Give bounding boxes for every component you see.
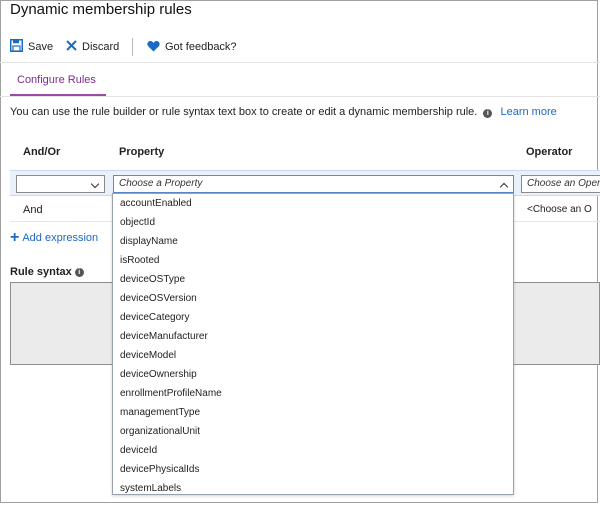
property-dropdown-list: accountEnabled objectId displayName isRo… [112, 193, 514, 495]
operator-select[interactable]: Choose an Oper [521, 175, 600, 193]
heart-icon [147, 40, 160, 55]
feedback-label: Got feedback? [165, 41, 237, 53]
property-option-deviceOSVersion[interactable]: deviceOSVersion [120, 293, 197, 304]
property-option-deviceOSType[interactable]: deviceOSType [120, 274, 185, 285]
property-option-devicePhysicalIds[interactable]: devicePhysicalIds [120, 464, 199, 475]
tab-divider [0, 96, 600, 97]
property-option-accountEnabled[interactable]: accountEnabled [120, 198, 192, 209]
property-option-deviceManufacturer[interactable]: deviceManufacturer [120, 331, 208, 342]
header-property: Property [119, 146, 165, 158]
property-option-enrollmentProfileName[interactable]: enrollmentProfileName [120, 388, 222, 399]
property-option-displayName[interactable]: displayName [120, 236, 178, 247]
header-operator: Operator [526, 146, 573, 158]
chevron-up-icon [499, 182, 509, 192]
property-option-managementType[interactable]: managementType [120, 407, 200, 418]
and-or-select[interactable] [16, 175, 105, 193]
tab-configure-rules[interactable]: Configure Rules [10, 72, 103, 91]
header-and-or: And/Or [23, 146, 61, 158]
save-label: Save [28, 41, 54, 53]
info-icon[interactable]: i [483, 109, 493, 118]
property-option-systemLabels[interactable]: systemLabels [120, 483, 181, 494]
toolbar-separator [132, 38, 133, 56]
property-option-organizationalUnit[interactable]: organizationalUnit [120, 426, 200, 437]
chevron-down-icon [90, 179, 100, 189]
property-option-deviceId[interactable]: deviceId [120, 445, 157, 456]
rule-syntax-label: Rule syntax i [10, 266, 89, 278]
rule-syntax-info-icon[interactable]: i [74, 267, 84, 277]
property-placeholder: Choose a Property [119, 178, 203, 189]
feedback-button[interactable]: Got feedback? [147, 39, 237, 55]
row2-operator[interactable]: <Choose an O [527, 204, 592, 215]
property-option-objectId[interactable]: objectId [120, 217, 155, 228]
add-expression-label: Add expression [22, 232, 99, 244]
property-option-deviceCategory[interactable]: deviceCategory [120, 312, 189, 323]
info-text: You can use the rule builder or rule syn… [10, 106, 478, 118]
row2-and-or: And [23, 204, 43, 216]
property-option-deviceOwnership[interactable]: deviceOwnership [120, 369, 197, 380]
discard-button[interactable]: Discard [66, 39, 119, 55]
add-expression-button[interactable]: + Add expression [10, 229, 99, 246]
plus-icon: + [10, 229, 20, 246]
discard-label: Discard [82, 41, 120, 53]
toolbar: Save Discard Got feedback? [0, 36, 600, 58]
property-option-isRooted[interactable]: isRooted [120, 255, 159, 266]
save-button[interactable]: Save [10, 39, 53, 55]
close-icon [66, 40, 77, 54]
property-option-deviceModel[interactable]: deviceModel [120, 350, 176, 361]
save-icon [10, 39, 23, 55]
operator-placeholder: Choose an Oper [527, 178, 600, 189]
learn-more-link[interactable]: Learn more [500, 106, 556, 118]
page-title: Dynamic membership rules [10, 1, 192, 18]
info-text-line: You can use the rule builder or rule syn… [10, 106, 557, 118]
toolbar-divider [0, 62, 600, 63]
property-select[interactable]: Choose a Property [113, 175, 514, 193]
